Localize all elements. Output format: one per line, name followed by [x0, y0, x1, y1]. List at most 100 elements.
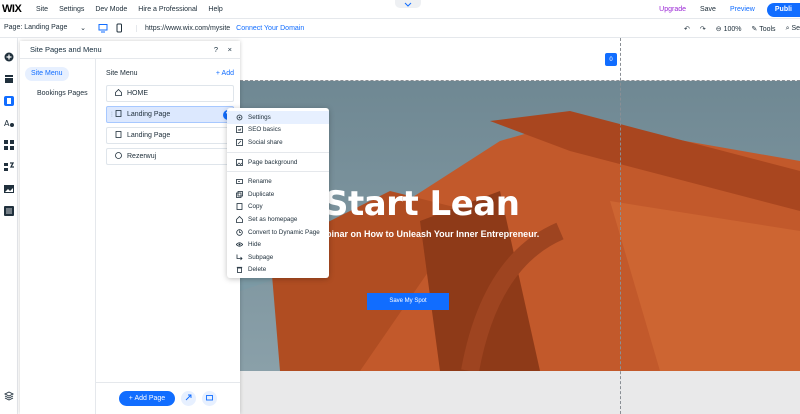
save-button[interactable]: Save — [700, 6, 716, 13]
gear-icon — [236, 114, 243, 121]
search-icon: ⌕ — [785, 24, 790, 32]
menu-item-convert-to-dynamic-page[interactable]: Convert to Dynamic Page — [227, 226, 329, 239]
zoom-level: 100% — [723, 25, 742, 33]
save-my-spot-button[interactable]: Save My Spot — [367, 293, 449, 310]
current-page-label: Page: Landing Page — [4, 24, 68, 31]
site-url: https://www.wix.com/mysite Connect Your … — [136, 24, 304, 32]
menu-item-delete[interactable]: Delete — [227, 264, 329, 277]
add-link[interactable]: + Add — [216, 70, 234, 77]
drag-handle-icon[interactable]: ⋮ — [109, 111, 115, 118]
menu-item-hide[interactable]: Hide — [227, 238, 329, 251]
left-tools-bar: A — [0, 38, 18, 414]
eye-icon — [235, 241, 244, 248]
search-button[interactable]: ⌕ Se — [786, 25, 800, 33]
preview-button[interactable]: Preview — [730, 6, 755, 13]
background-icon — [236, 158, 243, 166]
collapse-top-bar-handle[interactable] — [395, 0, 421, 8]
wix-logo: WIX — [2, 3, 22, 15]
menu-item-subpage[interactable]: Subpage — [227, 251, 329, 264]
menu-item-set-as-homepage[interactable]: Set as homepage — [227, 213, 329, 226]
page-item-landing-page[interactable]: Landing Page — [106, 127, 234, 144]
menu-item-label: Delete — [248, 266, 267, 274]
page-item-rezerwuj[interactable]: Rezerwuj — [106, 148, 234, 165]
category-site-menu[interactable]: Site Menu — [25, 67, 69, 81]
home-icon — [115, 88, 122, 98]
chevron-down-icon: ⌄ — [80, 25, 86, 32]
tools-label: Tools — [759, 25, 776, 33]
menu-site[interactable]: Site — [36, 6, 48, 13]
category-bookings-pages[interactable]: Bookings Pages — [31, 87, 94, 101]
menu-item-label: Hide — [248, 241, 261, 249]
business-icon[interactable] — [4, 162, 15, 172]
page-item-label: Landing Page — [127, 132, 171, 139]
menu-item-settings[interactable]: Settings — [227, 111, 329, 124]
trash-icon — [236, 266, 243, 274]
site-url-text: https://www.wix.com/mysite — [145, 24, 231, 32]
dynamic-page-icon — [236, 228, 243, 236]
panel-title: Site Pages and Menu — [30, 45, 102, 54]
site-pages-panel: Site Pages and Menu ? × Site Menu Bookin… — [20, 41, 240, 414]
page-icon — [115, 131, 122, 140]
menu-item-social-share[interactable]: Social share — [227, 136, 329, 149]
svg-text:A: A — [4, 119, 10, 128]
seo-icon — [236, 126, 243, 134]
undo-icon[interactable]: ↶ — [684, 25, 690, 33]
panel-footer: + Add Page — [96, 382, 240, 414]
page-selector[interactable]: Page: Landing Page ⌄ — [4, 24, 86, 32]
menu-item-label: Copy — [248, 203, 263, 211]
search-label: Se — [791, 24, 800, 32]
page-icon — [115, 110, 122, 119]
hero-title[interactable]: Start Lean — [324, 184, 520, 224]
menu-item-page-background[interactable]: Page background — [227, 156, 329, 169]
duplicate-icon — [236, 190, 243, 198]
menu-item-rename[interactable]: Rename — [227, 175, 329, 188]
cart-count: 0 — [609, 57, 613, 63]
design-icon[interactable]: A — [4, 118, 14, 128]
apps-icon[interactable] — [4, 140, 14, 150]
cart-icon[interactable]: 0 — [605, 53, 617, 66]
desktop-view-icon[interactable] — [98, 23, 108, 33]
site-menu-heading: Site Menu — [106, 70, 138, 77]
menu-settings[interactable]: Settings — [59, 6, 84, 13]
editor-toolbar: Page: Landing Page ⌄ https://www.wix.com… — [0, 19, 800, 38]
media-icon[interactable] — [4, 184, 14, 194]
add-folder-button[interactable] — [202, 391, 218, 406]
pages-icon[interactable] — [4, 96, 14, 106]
menu-item-duplicate[interactable]: Duplicate — [227, 188, 329, 201]
mobile-view-icon[interactable] — [114, 23, 124, 33]
page-item-home[interactable]: HOME — [106, 85, 234, 102]
add-link-button[interactable] — [181, 391, 197, 406]
add-page-button[interactable]: + Add Page — [118, 391, 176, 406]
menu-help[interactable]: Help — [208, 6, 222, 13]
link-icon — [185, 394, 192, 403]
zoom-control[interactable]: ⊖ 100% — [716, 25, 742, 33]
folder-icon — [206, 394, 214, 403]
header-boundary-guide — [240, 80, 800, 81]
redo-icon[interactable]: ↷ — [700, 25, 706, 33]
page-actions-menu: Settings SEO basics Social share Page ba… — [227, 108, 329, 278]
menu-dev-mode[interactable]: Dev Mode — [95, 6, 127, 13]
tools-button[interactable]: ✎ Tools — [752, 25, 776, 33]
close-icon[interactable]: × — [228, 45, 232, 54]
connect-domain-link[interactable]: Connect Your Domain — [236, 25, 304, 32]
help-icon[interactable]: ? — [214, 45, 218, 54]
menu-hire-a-professional[interactable]: Hire a Professional — [138, 6, 197, 13]
menu-item-label: Set as homepage — [248, 215, 298, 223]
add-section-icon[interactable] — [4, 74, 14, 84]
menu-item-label: SEO basics — [248, 126, 281, 134]
cms-icon[interactable] — [4, 206, 14, 216]
add-elements-icon[interactable] — [4, 52, 14, 62]
menu-item-copy[interactable]: Copy — [227, 201, 329, 214]
menu-item-label: Settings — [248, 113, 271, 121]
upgrade-link[interactable]: Upgrade — [659, 6, 686, 13]
top-menu-bar: WIX Site Settings Dev Mode Hire a Profes… — [0, 0, 800, 19]
layers-icon[interactable] — [3, 391, 15, 401]
menu-item-seo-basics[interactable]: SEO basics — [227, 124, 329, 137]
copy-icon — [236, 203, 243, 211]
booking-page-icon — [115, 152, 122, 161]
page-item-landing-page-selected[interactable]: ⋮ Landing Page ••• — [106, 106, 235, 123]
zoom-icon: ⊖ — [715, 25, 722, 33]
hero-subtitle[interactable]: binar on How to Unleash Your Inner Entre… — [326, 229, 539, 239]
site-header-area[interactable] — [240, 38, 800, 80]
publish-button[interactable]: Publi — [766, 2, 800, 17]
